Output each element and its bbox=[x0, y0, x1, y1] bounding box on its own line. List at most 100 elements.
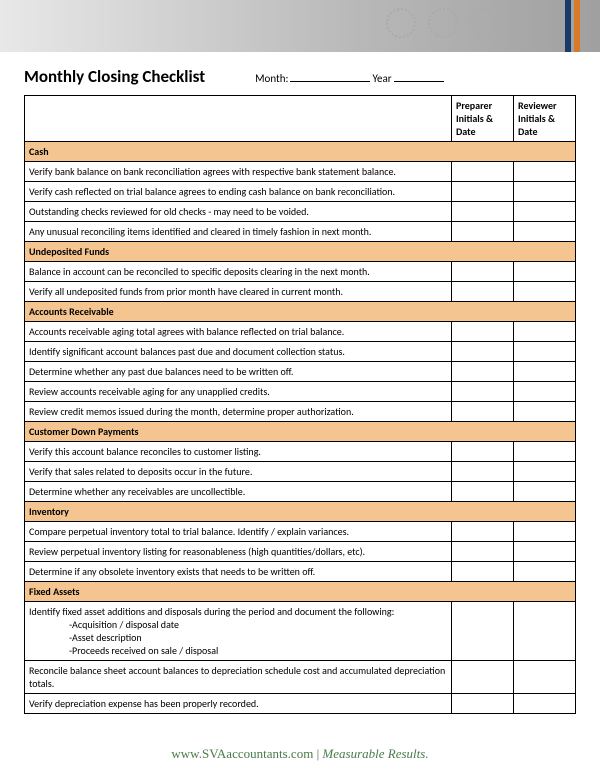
preparer-cell[interactable] bbox=[452, 602, 514, 661]
task-cell: Verify that sales related to deposits oc… bbox=[25, 462, 452, 482]
task-cell: Outstanding checks reviewed for old chec… bbox=[25, 202, 452, 222]
preparer-cell[interactable] bbox=[452, 162, 514, 182]
checklist-row: Compare perpetual inventory total to tri… bbox=[25, 522, 576, 542]
reviewer-cell[interactable] bbox=[514, 362, 576, 382]
preparer-cell[interactable] bbox=[452, 322, 514, 342]
task-cell: Accounts receivable aging total agrees w… bbox=[25, 322, 452, 342]
task-cell: Compare perpetual inventory total to tri… bbox=[25, 522, 452, 542]
footer-site: www.SVAaccountants.com bbox=[171, 746, 313, 761]
task-cell: Identify significant account balances pa… bbox=[25, 342, 452, 362]
checklist-row: Any unusual reconciling items identified… bbox=[25, 222, 576, 242]
reviewer-cell[interactable] bbox=[514, 562, 576, 582]
reviewer-cell[interactable] bbox=[514, 482, 576, 502]
preparer-cell[interactable] bbox=[452, 661, 514, 694]
page-title: Monthly Closing Checklist bbox=[24, 66, 205, 87]
reviewer-cell[interactable] bbox=[514, 442, 576, 462]
checklist-row: Identify fixed asset additions and dispo… bbox=[25, 602, 576, 661]
page-footer: www.SVAaccountants.com | Measurable Resu… bbox=[0, 746, 600, 762]
reviewer-cell[interactable] bbox=[514, 602, 576, 661]
checklist-row: Verify that sales related to deposits oc… bbox=[25, 462, 576, 482]
reviewer-cell[interactable] bbox=[514, 202, 576, 222]
checklist-row: Review accounts receivable aging for any… bbox=[25, 382, 576, 402]
task-cell: Review perpetual inventory listing for r… bbox=[25, 542, 452, 562]
section-header: Accounts Receivable bbox=[25, 302, 576, 322]
task-cell: Review credit memos issued during the mo… bbox=[25, 402, 452, 422]
preparer-cell[interactable] bbox=[452, 462, 514, 482]
month-field[interactable] bbox=[290, 70, 370, 82]
preparer-cell[interactable] bbox=[452, 542, 514, 562]
preparer-cell[interactable] bbox=[452, 562, 514, 582]
section-header: Fixed Assets bbox=[25, 582, 576, 602]
year-field[interactable] bbox=[394, 70, 444, 82]
reviewer-cell[interactable] bbox=[514, 282, 576, 302]
reviewer-cell[interactable] bbox=[514, 462, 576, 482]
reviewer-cell[interactable] bbox=[514, 222, 576, 242]
checklist-row: Identify significant account balances pa… bbox=[25, 342, 576, 362]
preparer-cell[interactable] bbox=[452, 222, 514, 242]
reviewer-cell[interactable] bbox=[514, 402, 576, 422]
task-cell: Determine whether any past due balances … bbox=[25, 362, 452, 382]
preparer-cell[interactable] bbox=[452, 382, 514, 402]
task-cell: Balance in account can be reconciled to … bbox=[25, 262, 452, 282]
checklist-row: Verify all undeposited funds from prior … bbox=[25, 282, 576, 302]
checklist-row: Accounts receivable aging total agrees w… bbox=[25, 322, 576, 342]
preparer-cell[interactable] bbox=[452, 482, 514, 502]
preparer-cell[interactable] bbox=[452, 442, 514, 462]
checklist-row: Balance in account can be reconciled to … bbox=[25, 262, 576, 282]
preparer-cell[interactable] bbox=[452, 182, 514, 202]
section-header: Undeposited Funds bbox=[25, 242, 576, 262]
checklist-row: Verify cash reflected on trial balance a… bbox=[25, 182, 576, 202]
task-cell: Verify depreciation expense has been pro… bbox=[25, 694, 452, 714]
task-cell: Verify this account balance reconciles t… bbox=[25, 442, 452, 462]
document-header: Monthly Closing Checklist Month: Year bbox=[0, 52, 600, 95]
col-head-preparer: Preparer Initials & Date bbox=[452, 96, 514, 142]
preparer-cell[interactable] bbox=[452, 694, 514, 714]
section-header: Inventory bbox=[25, 502, 576, 522]
reviewer-cell[interactable] bbox=[514, 661, 576, 694]
task-cell: Identify fixed asset additions and dispo… bbox=[25, 602, 452, 661]
reviewer-cell[interactable] bbox=[514, 162, 576, 182]
col-head-reviewer: Reviewer Initials & Date bbox=[514, 96, 576, 142]
checklist-row: Determine if any obsolete inventory exis… bbox=[25, 562, 576, 582]
reviewer-cell[interactable] bbox=[514, 382, 576, 402]
reviewer-cell[interactable] bbox=[514, 522, 576, 542]
preparer-cell[interactable] bbox=[452, 402, 514, 422]
checklist-row: Review credit memos issued during the mo… bbox=[25, 402, 576, 422]
checklist-row: Determine whether any past due balances … bbox=[25, 362, 576, 382]
section-header: Customer Down Payments bbox=[25, 422, 576, 442]
task-cell: Any unusual reconciling items identified… bbox=[25, 222, 452, 242]
checklist-row: Verify bank balance on bank reconciliati… bbox=[25, 162, 576, 182]
preparer-cell[interactable] bbox=[452, 522, 514, 542]
checklist-row: Review perpetual inventory listing for r… bbox=[25, 542, 576, 562]
month-label: Month: bbox=[255, 72, 288, 85]
col-head-task bbox=[25, 96, 452, 142]
task-cell: Review accounts receivable aging for any… bbox=[25, 382, 452, 402]
task-cell: Verify cash reflected on trial balance a… bbox=[25, 182, 452, 202]
banner-accent-bars bbox=[565, 0, 580, 52]
task-cell: Determine whether any receivables are un… bbox=[25, 482, 452, 502]
task-cell: Determine if any obsolete inventory exis… bbox=[25, 562, 452, 582]
task-cell: Verify bank balance on bank reconciliati… bbox=[25, 162, 452, 182]
reviewer-cell[interactable] bbox=[514, 542, 576, 562]
reviewer-cell[interactable] bbox=[514, 342, 576, 362]
task-cell: Verify all undeposited funds from prior … bbox=[25, 282, 452, 302]
preparer-cell[interactable] bbox=[452, 362, 514, 382]
preparer-cell[interactable] bbox=[452, 282, 514, 302]
checklist-row: Determine whether any receivables are un… bbox=[25, 482, 576, 502]
checklist-table: Preparer Initials & Date Reviewer Initia… bbox=[24, 95, 576, 714]
reviewer-cell[interactable] bbox=[514, 262, 576, 282]
banner-decoration bbox=[386, 8, 500, 38]
reviewer-cell[interactable] bbox=[514, 322, 576, 342]
preparer-cell[interactable] bbox=[452, 202, 514, 222]
header-banner bbox=[0, 0, 600, 52]
footer-slogan: Measurable Results. bbox=[322, 746, 428, 761]
year-label: Year bbox=[372, 72, 391, 85]
reviewer-cell[interactable] bbox=[514, 694, 576, 714]
reviewer-cell[interactable] bbox=[514, 182, 576, 202]
checklist-row: Verify depreciation expense has been pro… bbox=[25, 694, 576, 714]
checklist-row: Verify this account balance reconciles t… bbox=[25, 442, 576, 462]
preparer-cell[interactable] bbox=[452, 262, 514, 282]
task-cell: Reconcile balance sheet account balances… bbox=[25, 661, 452, 694]
preparer-cell[interactable] bbox=[452, 342, 514, 362]
section-header: Cash bbox=[25, 142, 576, 162]
